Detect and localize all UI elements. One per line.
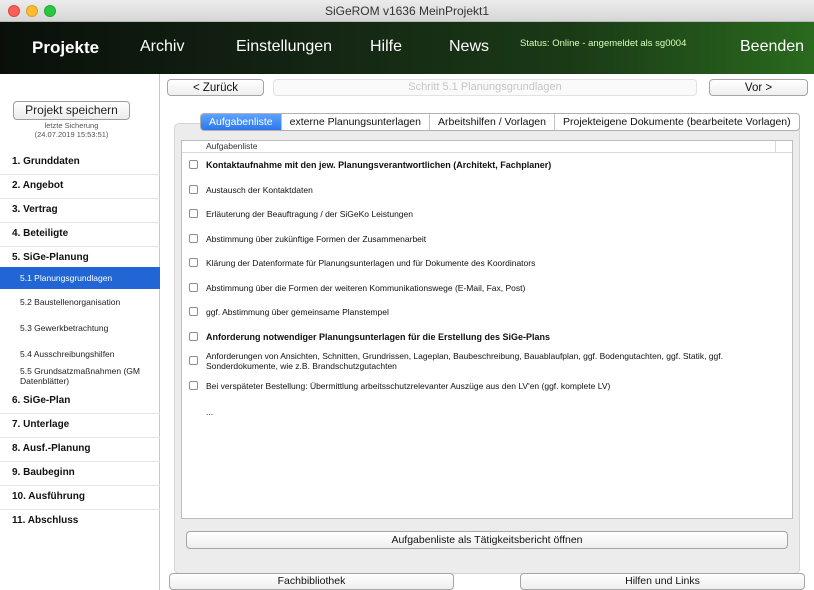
task-checkbox[interactable] xyxy=(189,307,198,316)
task-checkbox[interactable] xyxy=(189,381,198,390)
tab-bar: Aufgabenliste externe Planungsunterlagen… xyxy=(200,113,800,131)
task-checkbox[interactable] xyxy=(189,160,198,169)
step-title: Schritt 5.1 Planungsgrundlagen xyxy=(273,79,697,96)
list-item: Anforderungen von Ansichten, Schnitten, … xyxy=(182,349,792,373)
window-title: SiGeROM v1636 MeinProjekt1 xyxy=(324,4,490,18)
top-navigation: Projekte Archiv Einstellungen Hilfe News… xyxy=(0,22,814,74)
tab-arbeitshilfen-vorlagen[interactable]: Arbeitshilfen / Vorlagen xyxy=(430,114,555,130)
nav-news[interactable]: News xyxy=(449,38,489,56)
list-item: Erläuterung der Beauftragung / der SiGeK… xyxy=(182,207,792,221)
sidebar-item-vertrag[interactable]: 3. Vertrag xyxy=(0,198,160,222)
task-text: Abstimmung über die Formen der weiteren … xyxy=(206,283,526,293)
save-project-button[interactable]: Projekt speichern xyxy=(13,101,130,120)
sidebar-item-ausf-planung[interactable]: 8. Ausf.-Planung xyxy=(0,437,160,461)
sidebar-item-grunddaten[interactable]: 1. Grunddaten xyxy=(0,150,160,174)
task-checkbox[interactable] xyxy=(189,258,198,267)
sidebar-item-ausschreibungshilfen[interactable]: 5.4 Ausschreibungshilfen xyxy=(0,344,160,364)
sidebar-item-unterlage[interactable]: 7. Unterlage xyxy=(0,413,160,437)
list-header: Aufgabenliste xyxy=(182,141,792,153)
nav-projekte[interactable]: Projekte xyxy=(32,38,99,58)
sidebar-item-angebot[interactable]: 2. Angebot xyxy=(0,174,160,198)
list-item: Kontaktaufnahme mit den jew. Planungsver… xyxy=(182,158,792,172)
last-save-label: letzte Sicherung xyxy=(44,121,99,130)
task-checkbox[interactable] xyxy=(189,356,198,365)
task-list: Aufgabenliste Kontaktaufnahme mit den je… xyxy=(181,140,793,519)
nav-beenden[interactable]: Beenden xyxy=(740,38,804,56)
task-text: Anforderungen von Ansichten, Schnitten, … xyxy=(206,351,723,371)
tab-aufgabenliste[interactable]: Aufgabenliste xyxy=(201,114,282,130)
hilfen-links-button[interactable]: Hilfen und Links xyxy=(520,573,805,590)
close-window-button[interactable] xyxy=(8,5,20,17)
task-checkbox[interactable] xyxy=(189,283,198,292)
open-report-button[interactable]: Aufgabenliste als Tätigkeitsbericht öffn… xyxy=(186,531,788,549)
sidebar-item-planungsgrundlagen[interactable]: 5.1 Planungsgrundlagen xyxy=(0,267,160,289)
last-save-info: letzte Sicherung (24.07.2019 15:53:51) xyxy=(0,121,143,139)
list-column-header: Aufgabenliste xyxy=(206,141,258,151)
list-item: Anforderung notwendiger Planungsunterlag… xyxy=(182,330,792,344)
back-button[interactable]: < Zurück xyxy=(167,79,264,96)
task-checkbox[interactable] xyxy=(189,185,198,194)
task-text: Klärung der Datenformate für Planungsunt… xyxy=(206,258,536,268)
fachbibliothek-button[interactable]: Fachbibliothek xyxy=(169,573,454,590)
list-item: Klärung der Datenformate für Planungsunt… xyxy=(182,256,792,270)
task-checkbox[interactable] xyxy=(189,209,198,218)
online-status: Status: Online - angemeldet als sg0004 xyxy=(520,38,687,49)
sidebar-item-sige-plan[interactable]: 6. SiGe-Plan xyxy=(0,389,160,413)
sidebar-item-gewerkbetrachtung[interactable]: 5.3 Gewerkbetrachtung xyxy=(0,318,160,338)
sidebar-item-abschluss[interactable]: 11. Abschluss xyxy=(0,509,160,533)
task-checkbox[interactable] xyxy=(189,332,198,341)
sidebar: Projekt speichern letzte Sicherung (24.0… xyxy=(0,74,160,590)
task-text: Abstimmung über zukünftige Formen der Zu… xyxy=(206,234,427,244)
zoom-window-button[interactable] xyxy=(44,5,56,17)
nav-einstellungen[interactable]: Einstellungen xyxy=(236,38,332,56)
window-controls xyxy=(8,5,56,17)
next-button[interactable]: Vor > xyxy=(709,79,808,96)
task-text: ... xyxy=(206,407,214,417)
last-save-time: (24.07.2019 15:53:51) xyxy=(34,130,109,139)
task-text: Anforderung notwendiger Planungsunterlag… xyxy=(206,332,551,342)
nav-archiv[interactable]: Archiv xyxy=(140,38,184,56)
nav-hilfe[interactable]: Hilfe xyxy=(370,38,402,56)
list-item: ggf. Abstimmung über gemeinsame Planstem… xyxy=(182,305,792,319)
list-item: ... xyxy=(182,405,792,419)
tab-externe-planungsunterlagen[interactable]: externe Planungsunterlagen xyxy=(282,114,430,130)
task-text: Kontaktaufnahme mit den jew. Planungsver… xyxy=(206,160,552,170)
sidebar-item-beteiligte[interactable]: 4. Beteiligte xyxy=(0,222,160,246)
list-item: Austausch der Kontaktdaten xyxy=(182,183,792,197)
window-titlebar: SiGeROM v1636 MeinProjekt1 xyxy=(0,0,814,22)
task-text: Erläuterung der Beauftragung / der SiGeK… xyxy=(206,209,413,219)
sidebar-item-grundsatzmassnahmen[interactable]: 5.5 Grundsatzmaßnahmen (GM Datenblätter) xyxy=(0,364,160,386)
task-text: Austausch der Kontaktdaten xyxy=(206,185,313,195)
task-text: Bei verspäteter Bestellung: Übermittlung… xyxy=(206,381,611,391)
sidebar-item-baustellenorganisation[interactable]: 5.2 Baustellenorganisation xyxy=(0,292,160,312)
list-item: Abstimmung über die Formen der weiteren … xyxy=(182,281,792,295)
tab-projekteigene-dokumente[interactable]: Projekteigene Dokumente (bearbeitete Vor… xyxy=(555,114,799,130)
sidebar-item-baubeginn[interactable]: 9. Baubeginn xyxy=(0,461,160,485)
sidebar-item-ausfuehrung[interactable]: 10. Ausführung xyxy=(0,485,160,509)
task-text: ggf. Abstimmung über gemeinsame Planstem… xyxy=(206,307,389,317)
list-item: Bei verspäteter Bestellung: Übermittlung… xyxy=(182,379,792,393)
minimize-window-button[interactable] xyxy=(26,5,38,17)
task-checkbox[interactable] xyxy=(189,234,198,243)
list-item: Abstimmung über zukünftige Formen der Zu… xyxy=(182,232,792,246)
column-divider xyxy=(775,141,776,153)
